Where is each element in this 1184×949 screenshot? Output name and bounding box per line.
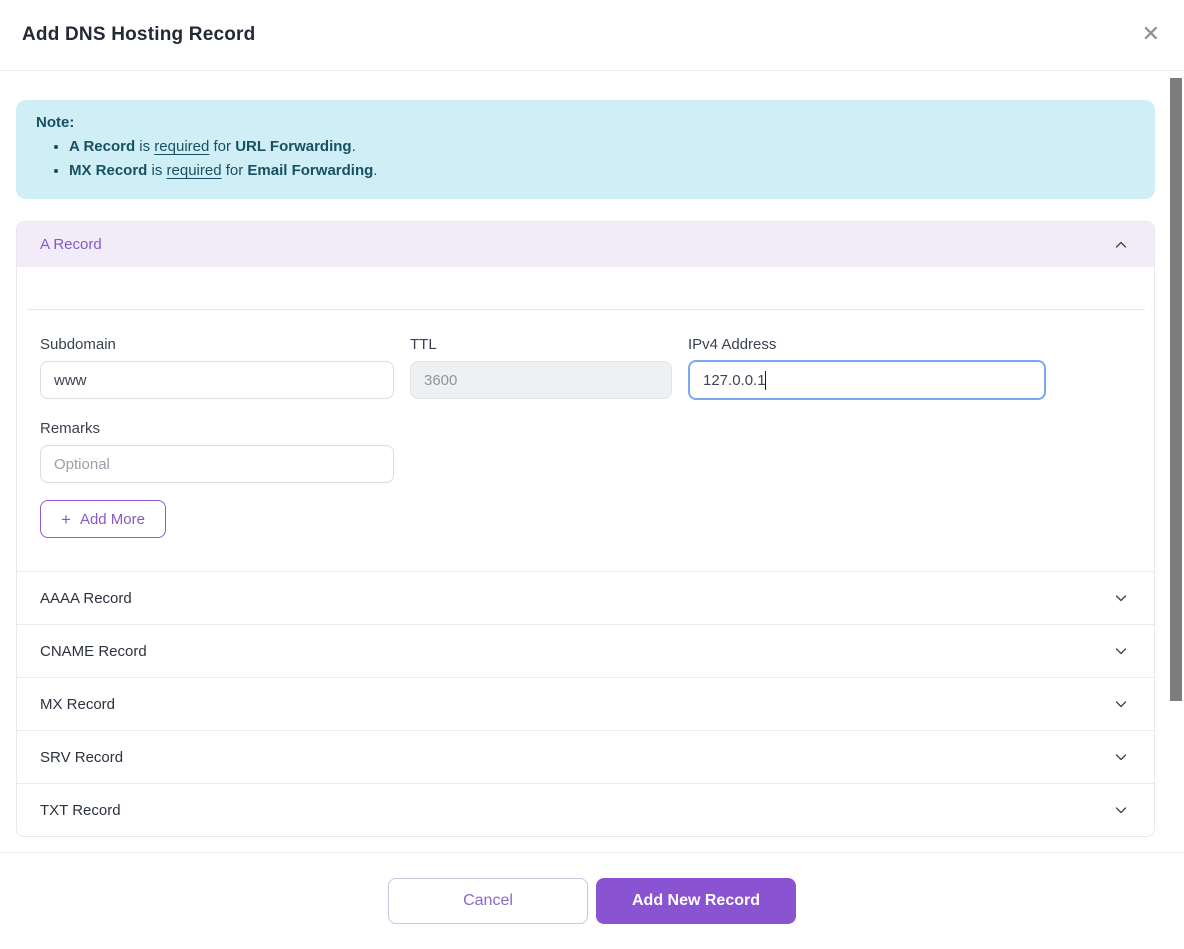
note-emphasis: required [154, 138, 209, 155]
ttl-field-group: TTL [410, 336, 672, 400]
add-dns-record-dialog: Add DNS Hosting Record ✕ Note: A Record … [0, 0, 1184, 949]
chevron-down-icon [1112, 695, 1130, 713]
accordion-title: MX Record [40, 696, 115, 713]
note-object: URL Forwarding [235, 138, 351, 155]
chevron-up-icon [1112, 236, 1130, 254]
a-record-fields-row: Subdomain TTL IPv4 Address [40, 336, 1131, 400]
accordion-title: CNAME Record [40, 643, 147, 660]
close-icon: ✕ [1142, 22, 1160, 47]
note-item-mx-record: MX Record is required for Email Forwardi… [69, 159, 1135, 183]
dialog-footer: Cancel Add New Record [0, 852, 1184, 949]
accordion-title: SRV Record [40, 749, 123, 766]
ttl-label: TTL [410, 336, 672, 353]
accordion-header-srv-record[interactable]: SRV Record [17, 730, 1154, 783]
accordion-title: A Record [40, 236, 102, 253]
note-suffix: . [373, 162, 377, 179]
note-emphasis: required [167, 162, 222, 179]
subdomain-field-group: Subdomain [40, 336, 394, 400]
dialog-body: Note: A Record is required for URL Forwa… [0, 71, 1184, 852]
ipv4-input-wrapper [688, 361, 1046, 400]
subdomain-label: Subdomain [40, 336, 394, 353]
ipv4-label: IPv4 Address [688, 336, 1046, 353]
a-record-form: Subdomain TTL IPv4 Address [17, 267, 1154, 571]
note-connector: for [222, 162, 248, 179]
accordion-header-txt-record[interactable]: TXT Record [17, 783, 1154, 836]
vertical-scrollbar[interactable] [1167, 72, 1184, 852]
add-new-record-button[interactable]: Add New Record [596, 878, 796, 924]
accordion-header-mx-record[interactable]: MX Record [17, 677, 1154, 730]
accordion-title: TXT Record [40, 802, 121, 819]
plus-icon: + [61, 511, 71, 528]
remarks-input[interactable] [40, 445, 394, 483]
remarks-field-group: Remarks [40, 420, 394, 483]
accordion-header-a-record[interactable]: A Record [17, 222, 1154, 267]
note-object: Email Forwarding [247, 162, 373, 179]
accordion-header-aaaa-record[interactable]: AAAA Record [17, 571, 1154, 624]
note-list: A Record is required for URL Forwarding.… [36, 135, 1135, 183]
ipv4-input[interactable] [688, 360, 1046, 400]
chevron-down-icon [1112, 642, 1130, 660]
dialog-title: Add DNS Hosting Record [22, 24, 255, 46]
subdomain-input[interactable] [40, 361, 394, 399]
chevron-down-icon [1112, 748, 1130, 766]
text-cursor [765, 371, 766, 390]
remarks-label: Remarks [40, 420, 394, 437]
note-verb: is [135, 138, 154, 155]
add-more-label: Add More [80, 511, 145, 528]
note-suffix: . [352, 138, 356, 155]
accordion-title: AAAA Record [40, 590, 132, 607]
note-box: Note: A Record is required for URL Forwa… [16, 100, 1155, 199]
dialog-header: Add DNS Hosting Record ✕ [0, 0, 1184, 71]
note-connector: for [209, 138, 235, 155]
note-subject: MX Record [69, 162, 147, 179]
close-button[interactable]: ✕ [1140, 22, 1162, 48]
section-divider [27, 309, 1145, 310]
note-subject: A Record [69, 138, 135, 155]
scrollbar-thumb[interactable] [1170, 78, 1182, 701]
add-more-button[interactable]: + Add More [40, 500, 166, 538]
cancel-button[interactable]: Cancel [388, 878, 588, 924]
note-verb: is [147, 162, 166, 179]
ipv4-field-group: IPv4 Address [688, 336, 1046, 400]
note-item-a-record: A Record is required for URL Forwarding. [69, 135, 1135, 159]
record-accordion-card: A Record Subdomain TTL [16, 221, 1155, 837]
chevron-down-icon [1112, 589, 1130, 607]
accordion-header-cname-record[interactable]: CNAME Record [17, 624, 1154, 677]
chevron-down-icon [1112, 801, 1130, 819]
ttl-input [410, 361, 672, 399]
note-heading: Note: [36, 114, 1135, 131]
